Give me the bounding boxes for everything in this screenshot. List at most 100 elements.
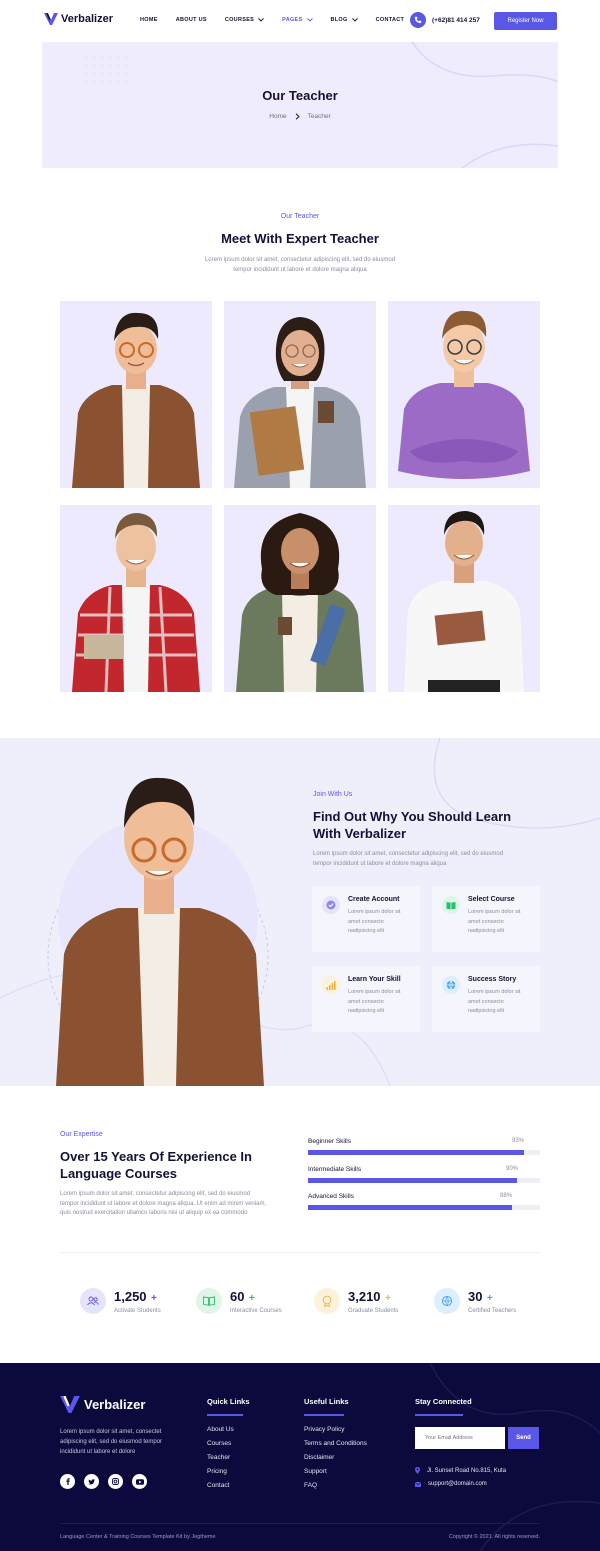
breadcrumb-current: Teacher [307,113,331,120]
divider [60,1252,540,1253]
join-desc-line1: Lorem ipsum dolor sit amet, consectetur … [313,851,504,857]
logo[interactable]: Verbalizer [44,13,113,25]
twitter-icon[interactable] [84,1474,99,1489]
skill-beginner: Beginner Skills 93% [308,1138,540,1155]
teacher-photo [404,511,524,692]
useful-links-list: Privacy Policy Terms and Conditions Disc… [304,1423,367,1493]
footer: Verbalizer Lorem ipsum dolor sit amet, c… [0,1363,600,1551]
page-title: Our Teacher [262,88,338,103]
feature-select-course[interactable]: Select Course Lorem ipsum dolor sit amet… [432,886,540,952]
footer-copyright: Copyright © 2021. All rights reserved. [448,1534,540,1540]
footer-credit: Language Center & Training Courses Templ… [60,1534,216,1540]
banner-decoration [85,42,558,168]
bar-chart-icon [322,976,340,994]
send-button[interactable]: Send [508,1427,539,1449]
youtube-icon[interactable] [132,1474,147,1489]
join-description: Lorem ipsum dolor sit amet, consectetur … [313,850,503,869]
footer-link[interactable]: About Us [207,1423,250,1437]
stat-graduates: 3,210 + Graduate Students [314,1288,398,1314]
footer-email[interactable]: support@domain.com [415,1481,487,1487]
nav-courses[interactable]: COURSES [225,17,264,23]
teacher-card-5[interactable] [224,505,376,692]
chevron-right-icon [295,113,300,120]
logo-icon [60,1396,80,1413]
address-text: Jl. Sunset Road No.815, Kuta [427,1467,507,1474]
plus-icon: + [486,1293,493,1304]
footer-link[interactable]: Pricing [207,1465,250,1479]
feature-title: Success Story [468,976,517,983]
feature-title: Learn Your Skill [348,976,401,983]
footer-about-line3: incididunt ut labore et dolore [60,1449,136,1455]
footer-link[interactable]: Privacy Policy [304,1423,367,1437]
footer-link[interactable]: Teacher [207,1451,250,1465]
phone-contact[interactable]: (+62)81 414 257 [410,12,480,28]
teachers-eyebrow: Our Teacher [280,213,320,220]
footer-divider [60,1523,540,1524]
nav-about[interactable]: ABOUT US [176,17,207,23]
stat-label: Activate Students [114,1308,161,1314]
footer-about-line1: Lorem ipsum dolor sit amet, consectet [60,1429,162,1435]
email-input[interactable] [415,1427,505,1449]
nav-contact[interactable]: CONTACT [376,17,405,23]
feature-text: Lorem ipsum dolor sit amet consecte nadi… [348,989,401,1014]
logo-icon [44,13,58,25]
stat-number: 30 [468,1289,483,1304]
phone-number: (+62)81 414 257 [432,16,480,24]
nav-pages[interactable]: PAGES [282,17,313,23]
feature-title: Create Account [348,896,400,903]
footer-link[interactable]: FAQ [304,1479,367,1493]
breadcrumb: Home Teacher [42,113,558,120]
teacher-card-6[interactable] [388,505,540,692]
teacher-card-3[interactable] [388,301,540,488]
join-title-line1: Find Out Why You Should Learn [313,809,512,824]
breadcrumb-home[interactable]: Home [269,113,286,120]
navbar: Verbalizer HOME ABOUT US COURSES PAGES B… [0,0,600,42]
footer-link[interactable]: Terms and Conditions [304,1437,367,1451]
social-links [60,1474,147,1489]
feature-learn-skill[interactable]: Learn Your Skill Lorem ipsum dolor sit a… [312,966,420,1032]
stay-connected-title: Stay Connected [415,1397,472,1406]
nav-blog[interactable]: BLOG [331,17,358,23]
footer-logo[interactable]: Verbalizer [60,1396,145,1413]
nav-about-label: ABOUT US [175,17,207,23]
join-title-line2: With Verbalizer [313,826,407,841]
teacher-card-4[interactable] [60,505,212,692]
feature-success-story[interactable]: Success Story Lorem ipsum dolor sit amet… [432,966,540,1032]
teachers-desc-line2: tempor incididunt ut labore et dolore ma… [233,266,367,273]
stat-students: 1,250 + Activate Students [80,1288,161,1314]
feature-create-account[interactable]: Create Account Lorem ipsum dolor sit ame… [312,886,420,952]
nav-home-label: HOME [140,17,158,23]
globe-icon [442,976,460,994]
skill-percent: 93% [511,1138,524,1144]
teachers-title: Meet With Expert Teacher [221,231,379,246]
stat-courses: 60 + Interactive Courses [196,1288,282,1314]
teacher-card-2[interactable] [224,301,376,488]
users-icon [80,1288,106,1314]
skill-intermediate: Intermediate Skills 90% [308,1166,540,1183]
instagram-icon[interactable] [108,1474,123,1489]
teacher-photo [72,312,200,488]
footer-link[interactable]: Contact [207,1479,250,1493]
footer-link[interactable]: Courses [207,1437,250,1451]
certificate-icon [434,1288,460,1314]
facebook-icon[interactable] [60,1474,75,1489]
plus-icon: + [385,1293,391,1304]
footer-link[interactable]: Disclaimer [304,1451,367,1465]
expertise-desc-line3: quis nostrud exercitation ullamco labori… [60,1210,248,1216]
chevron-down-icon [351,18,358,22]
feature-text: Lorem ipsum dolor sit amet consecte nadi… [468,909,521,934]
heading-underline [207,1414,243,1416]
footer-link[interactable]: Support [304,1465,367,1479]
teacher-card-1[interactable] [60,301,212,488]
map-pin-icon [415,1467,420,1474]
skill-fill [308,1178,517,1183]
page-banner: Our Teacher Home Teacher [42,42,558,168]
skill-advanced: Advanced Skills 88% [308,1193,540,1210]
email-text: support@domain.com [428,1481,487,1487]
register-now-button[interactable]: Register Now [494,12,557,30]
skill-percent: 90% [505,1166,518,1172]
nav-home[interactable]: HOME [140,17,158,23]
footer-address: Jl. Sunset Road No.815, Kuta [415,1467,506,1474]
stat-teachers: 30 + Certified Teachers [434,1288,516,1314]
teacher-photo [72,513,200,692]
